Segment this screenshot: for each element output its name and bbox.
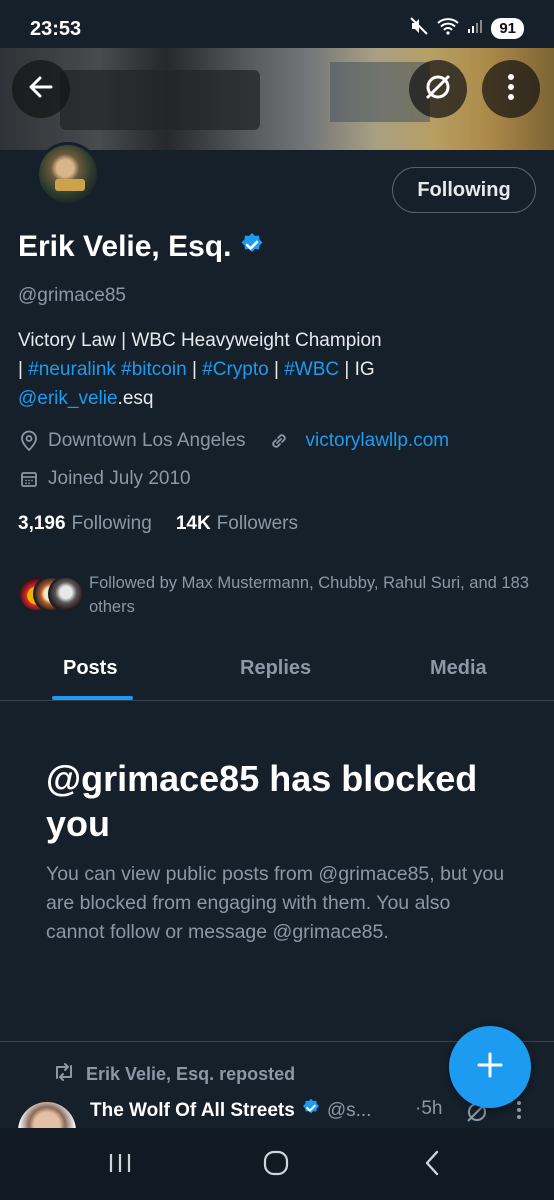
mute-icon: [409, 16, 429, 40]
hashtag-wbc[interactable]: #WBC: [284, 359, 339, 380]
hashtag-crypto[interactable]: #Crypto: [202, 359, 269, 380]
follow-counts: 3,196 Following 14K Followers: [18, 513, 298, 535]
profile-tabs: Posts Replies Media: [0, 645, 554, 701]
location-website-row: Downtown Los Angeles victorylawllp.com: [18, 430, 449, 452]
mention-erik-velie[interactable]: @erik_velie: [18, 388, 118, 409]
following-button[interactable]: Following: [392, 167, 536, 213]
follower-avatar: [48, 576, 84, 612]
verified-badge-icon: [301, 1098, 321, 1124]
joined-row: Joined July 2010: [18, 468, 191, 490]
more-vertical-icon: [507, 73, 515, 106]
status-time: 23:53: [30, 18, 82, 40]
system-navigation-bar: [0, 1128, 554, 1200]
bio-line-2: | #neuralink #bitcoin | #Crypto | #WBC |…: [18, 359, 375, 380]
post-more-button[interactable]: [516, 1100, 522, 1125]
wifi-icon: [437, 17, 459, 39]
grok-icon: [423, 72, 453, 107]
blocked-body: You can view public posts from @grimace8…: [46, 863, 505, 943]
followed-by-text[interactable]: Followed by Max Mustermann, Chubby, Rahu…: [89, 571, 539, 619]
post-author-handle: @s...: [326, 1100, 372, 1121]
repost-label: Erik Velie, Esq. reposted: [86, 1064, 296, 1084]
following-count-link[interactable]: 3,196 Following: [18, 513, 152, 535]
bio-line-1: Victory Law | WBC Heavyweight Champion: [18, 330, 382, 351]
verified-badge-icon: [239, 232, 265, 263]
profile-bio: Victory Law | WBC Heavyweight Champion |…: [18, 326, 538, 413]
profile-joined-date: Joined July 2010: [48, 468, 191, 489]
status-icons: 91: [409, 16, 524, 40]
tab-posts[interactable]: Posts: [63, 657, 117, 680]
repost-icon: [52, 1062, 76, 1087]
profile-website-link[interactable]: victorylawllp.com: [306, 430, 450, 452]
profile-banner: [0, 48, 554, 150]
arrow-left-icon: [27, 73, 55, 106]
profile-avatar[interactable]: [36, 142, 100, 206]
post-time: ·5h: [415, 1098, 443, 1119]
avatar-belt-shape: [55, 179, 85, 191]
home-icon: [263, 1150, 289, 1181]
system-back-button[interactable]: [412, 1150, 452, 1180]
repost-indicator: Erik Velie, Esq. reposted: [52, 1062, 295, 1087]
more-options-button[interactable]: [482, 60, 540, 118]
followers-count-link[interactable]: 14K Followers: [176, 513, 298, 535]
link-icon: [268, 430, 290, 452]
back-button[interactable]: [12, 60, 70, 118]
display-name-row: Erik Velie, Esq.: [18, 230, 265, 264]
plus-icon: [475, 1050, 505, 1085]
grok-button[interactable]: [409, 60, 467, 118]
post-author-name[interactable]: The Wolf Of All Streets: [90, 1100, 295, 1122]
tab-replies[interactable]: Replies: [240, 657, 311, 680]
active-tab-indicator: [52, 696, 133, 700]
chevron-left-icon: [423, 1150, 441, 1181]
post-header: The Wolf Of All Streets @s...: [90, 1098, 371, 1124]
home-button[interactable]: [256, 1150, 296, 1180]
grok-icon: [465, 1102, 489, 1128]
blocked-title: @grimace85 has blocked you: [46, 758, 478, 844]
calendar-icon: [18, 468, 40, 490]
followed-by-avatars[interactable]: [18, 576, 84, 612]
bio-line-3: @erik_velie.esq: [18, 388, 154, 409]
compose-post-button[interactable]: [449, 1026, 531, 1108]
recent-apps-button[interactable]: [100, 1150, 140, 1180]
battery-indicator: 91: [491, 17, 524, 39]
more-vertical-icon: [516, 1101, 522, 1124]
hashtag-bitcoin[interactable]: #bitcoin: [121, 359, 187, 380]
recent-apps-icon: [107, 1151, 133, 1180]
location-pin-icon: [18, 430, 40, 452]
status-bar: 23:53 91: [0, 0, 554, 48]
tab-media[interactable]: Media: [430, 657, 487, 680]
profile-handle: @grimace85: [18, 285, 126, 306]
hashtag-neuralink[interactable]: #neuralink: [28, 359, 116, 380]
display-name: Erik Velie, Esq.: [18, 230, 232, 263]
profile-location: Downtown Los Angeles: [48, 430, 246, 451]
signal-icon: [467, 18, 483, 38]
